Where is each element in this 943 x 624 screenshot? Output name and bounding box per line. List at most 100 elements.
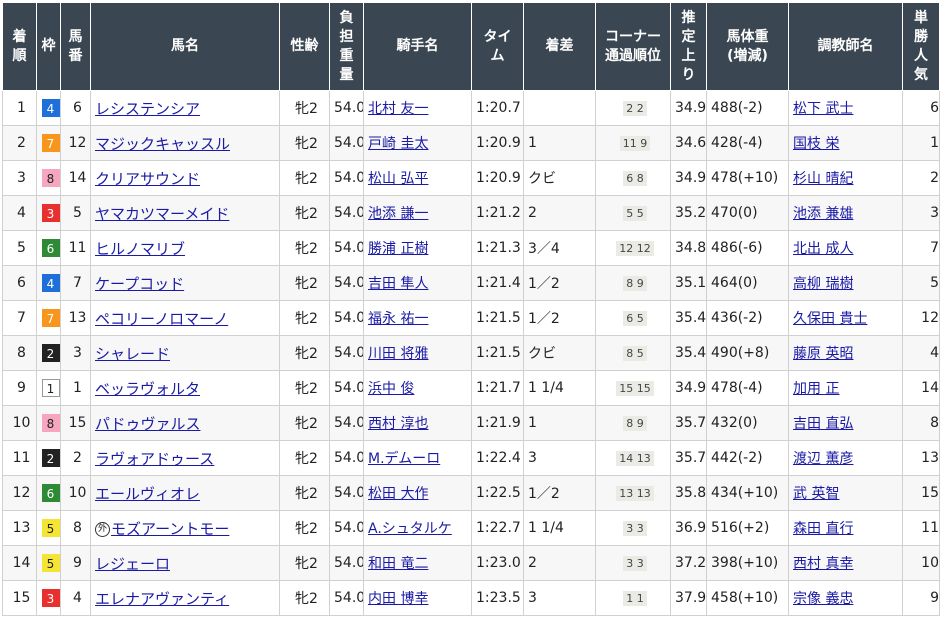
horse-name-link[interactable]: レジェーロ [95,555,170,573]
trainer-link[interactable]: 武 英智 [793,486,839,502]
header-popularity: 単勝人気 [902,2,940,91]
trainer-link[interactable]: 加用 正 [793,381,839,397]
bodyweight-cell: 470(0) [706,195,789,231]
jockey-link[interactable]: 北村 友一 [368,101,428,117]
trainer-link[interactable]: 池添 兼雄 [793,206,853,222]
corner-order: 8 9 [623,416,647,431]
last3f-cell: 35.2 [670,195,707,231]
trainer-link[interactable]: 松下 武士 [793,101,853,117]
table-row: 11 2 2 ラヴォアドゥース 牝2 54.0 M.デムーロ 1:22.4 3 14 13 35.7… [2,440,940,476]
horse-name-link[interactable]: シャレード [95,345,170,363]
horse-name-link[interactable]: ベッラヴォルタ [95,380,200,398]
last3f-cell: 35.4 [670,335,707,371]
weight-cell: 54.0 [329,90,364,126]
horse-name-link[interactable]: エールヴィオレ [95,485,200,503]
horse-name-link[interactable]: ペコリーノロマーノ [95,310,228,328]
umaban-cell: 9 [60,545,91,581]
header-margin: 着差 [523,2,596,91]
jockey-link[interactable]: 福永 祐一 [368,311,428,327]
jockey-link[interactable]: 西村 淳也 [368,416,428,432]
table-row: 1 4 6 レシステンシア 牝2 54.0 北村 友一 1:20.7 2 2 34.9 488(-2… [2,90,940,126]
bodyweight-cell: 486(-6) [706,230,789,266]
header-line: 調教師名 [817,38,874,54]
horse-cell: ペコリーノロマーノ [90,300,280,336]
header-line: 枠 [41,38,56,54]
horse-name-link[interactable]: モズアーントモー [111,520,229,538]
bodyweight-cell: 478(-4) [706,370,789,406]
jockey-link[interactable]: 池添 謙一 [368,206,428,222]
sex-age-cell: 牝2 [279,405,330,441]
popularity-cell: 6 [902,90,940,126]
jockey-link[interactable]: 内田 博幸 [368,591,428,607]
header-last3f: 推定上り [670,2,707,91]
horse-name-link[interactable]: クリアサウンド [95,170,200,188]
waku-cell: 7 [36,300,61,336]
trainer-link[interactable]: 高柳 瑞樹 [793,276,853,292]
table-row: 13 5 8 外モズアーントモー 牝2 54.0 A.シュタルケ 1:22.7 1 1/4 3 3… [2,510,940,546]
weight-cell: 54.0 [329,265,364,301]
horse-name-link[interactable]: ラヴォアドゥース [95,450,214,468]
trainer-cell: 吉田 直弘 [788,405,903,441]
horse-name-link[interactable]: エレナアヴァンティ [95,590,229,608]
table-row: 6 4 7 ケープコッド 牝2 54.0 吉田 隼人 1:21.4 1／2 8 9 35.1 464(… [2,265,940,301]
corner-order: 8 5 [623,346,647,361]
weight-cell: 54.0 [329,125,364,161]
rank-cell: 1 [2,90,37,126]
jockey-link[interactable]: 浜中 俊 [368,381,414,397]
jockey-link[interactable]: 松田 大作 [368,486,428,502]
sex-age-cell: 牝2 [279,510,330,546]
horse-name-link[interactable]: ヤマカツマーメイド [95,205,229,223]
jockey-link[interactable]: 吉田 隼人 [368,276,428,292]
weight-cell: 54.0 [329,300,364,336]
time-cell: 1:21.7 [471,370,524,406]
waku-cell: 4 [36,90,61,126]
trainer-link[interactable]: 北出 成人 [793,241,853,257]
horse-name-link[interactable]: パドゥヴァルス [95,415,200,433]
horse-name-link[interactable]: マジックキャッスル [95,135,230,153]
header-line: 重 [339,47,354,64]
trainer-link[interactable]: 吉田 直弘 [793,416,853,432]
waku-cell: 3 [36,580,61,616]
trainer-link[interactable]: 国枝 栄 [793,136,839,152]
bodyweight-cell: 516(+2) [706,510,789,546]
jockey-link[interactable]: 川田 将雅 [368,346,428,362]
header-line: 上 [681,47,696,64]
corner-cell: 2 2 [595,90,671,126]
trainer-link[interactable]: 西村 真幸 [793,556,853,572]
margin-cell: 2 [523,545,596,581]
trainer-link[interactable]: 渡辺 薫彦 [793,451,853,467]
header-line: 定 [681,28,696,45]
waku-cell: 2 [36,440,61,476]
trainer-link[interactable]: 杉山 晴紀 [793,171,853,187]
table-row: 4 3 5 ヤマカツマーメイド 牝2 54.0 池添 謙一 1:21.2 2 5 5 35.2 470… [2,195,940,231]
horse-name-link[interactable]: レシステンシア [95,100,200,118]
header-line: タイ [483,28,512,45]
jockey-link[interactable]: 戸崎 圭太 [368,136,428,152]
header-line: 推 [681,9,696,26]
bodyweight-cell: 458(+10) [706,580,789,616]
margin-cell: 2 [523,195,596,231]
jockey-link[interactable]: 勝浦 正樹 [368,241,428,257]
jockey-link[interactable]: A.シュタルケ [368,521,452,537]
corner-order: 15 15 [616,381,654,396]
trainer-link[interactable]: 森田 直行 [793,521,853,537]
jockey-link[interactable]: 和田 竜二 [368,556,428,572]
waku-badge: 1 [41,379,60,397]
rank-cell: 8 [2,335,37,371]
weight-cell: 54.0 [329,545,364,581]
jockey-link[interactable]: M.デムーロ [368,451,440,467]
jockey-link[interactable]: 松山 弘平 [368,171,428,187]
header-rank: 着順 [2,2,37,91]
horse-name-link[interactable]: ヒルノマリブ [95,240,185,258]
trainer-link[interactable]: 藤原 英昭 [793,346,853,362]
horse-name-link[interactable]: ケープコッド [95,275,184,293]
rank-cell: 10 [2,405,37,441]
trainer-link[interactable]: 久保田 貴士 [793,311,867,327]
trainer-cell: 宗像 義忠 [788,580,903,616]
time-cell: 1:20.9 [471,160,524,196]
trainer-link[interactable]: 宗像 義忠 [793,591,853,607]
bodyweight-cell: 428(-4) [706,125,789,161]
last3f-cell: 37.2 [670,545,707,581]
rank-cell: 11 [2,440,37,476]
corner-cell: 8 9 [595,405,671,441]
